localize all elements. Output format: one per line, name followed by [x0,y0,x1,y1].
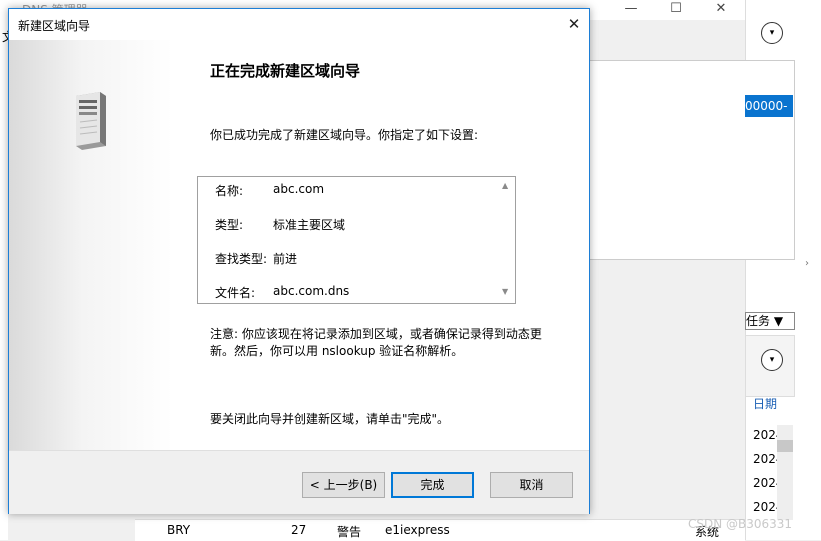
wizard-side-banner [9,40,173,450]
summary-key: 查找类型: [215,252,268,266]
summary-value: 标准主要区域 [273,218,346,232]
selected-list-item[interactable]: 00000-A [745,95,793,135]
event-source: BRY [167,523,191,537]
wizard-content: 正在完成新建区域向导 你已成功完成了新建区域向导。你指定了如下设置: 名称: a… [173,40,589,450]
dialog-title: 新建区域向导 [18,19,91,33]
summary-value: 前进 [273,252,298,266]
tasks-label: 任务 [746,314,771,328]
background-zone-list [589,60,795,260]
scroll-down-icon[interactable]: ▼ [502,287,508,296]
finish-button[interactable]: 完成 [391,472,474,498]
back-button[interactable]: < 上一步(B) [302,472,385,498]
events-scrollbar-thumb[interactable] [777,440,793,452]
maximize-button[interactable]: ☐ [656,0,696,20]
background-left-pane [0,20,8,540]
event-table-row[interactable]: BRY 27 警告 e1iexpress 系统 [135,519,745,541]
chevron-down-icon[interactable]: ▾ [761,22,783,44]
event-name: e1iexpress [385,523,450,537]
minimize-button[interactable]: — [611,0,651,20]
page-title: 正在完成新建区域向导 [210,62,361,80]
cancel-button[interactable]: 取消 [490,472,573,498]
summary-value: abc.com.dns [273,284,350,298]
settings-summary-box[interactable]: 名称: abc.com 类型: 标准主要区域 查找类型: 前进 文件名: abc… [197,176,516,304]
tasks-dropdown[interactable]: 任务 ▼ [745,312,795,330]
chevron-right-icon[interactable]: › [793,258,821,273]
dialog-titlebar: 新建区域向导 ✕ [9,9,589,39]
summary-scrollbar[interactable]: ▲ ▼ [499,177,515,301]
close-icon[interactable]: ✕ [559,9,589,39]
finish-hint-text: 要关闭此向导并创建新区域，请单击"完成"。 [210,412,450,426]
new-zone-wizard-dialog: 新建区域向导 ✕ 正在完成新建区域向导 你已成功完成了新建区域向导。你指定了如下… [8,8,590,514]
watermark: CSDN @B306331 [688,517,793,531]
summary-key: 类型: [215,218,244,232]
intro-text: 你已成功完成了新建区域向导。你指定了如下设置: [210,128,479,142]
event-level: 警告 [337,525,362,539]
note-text: 注意: 你应该现在将记录添加到区域，或者确保记录得到动态更新。然后，你可以用 n… [210,327,542,358]
chevron-down-icon[interactable]: ▾ [761,349,783,371]
dialog-button-bar: < 上一步(B) 完成 取消 [9,450,589,514]
date-column-header[interactable]: 日期 [753,395,777,412]
summary-key: 文件名: [215,286,256,300]
scroll-up-icon[interactable]: ▲ [502,181,508,190]
summary-key: 名称: [215,184,244,198]
close-button[interactable]: ✕ [701,0,741,20]
event-id: 27 [291,523,307,537]
summary-value: abc.com [273,182,325,196]
server-icon [76,92,106,150]
